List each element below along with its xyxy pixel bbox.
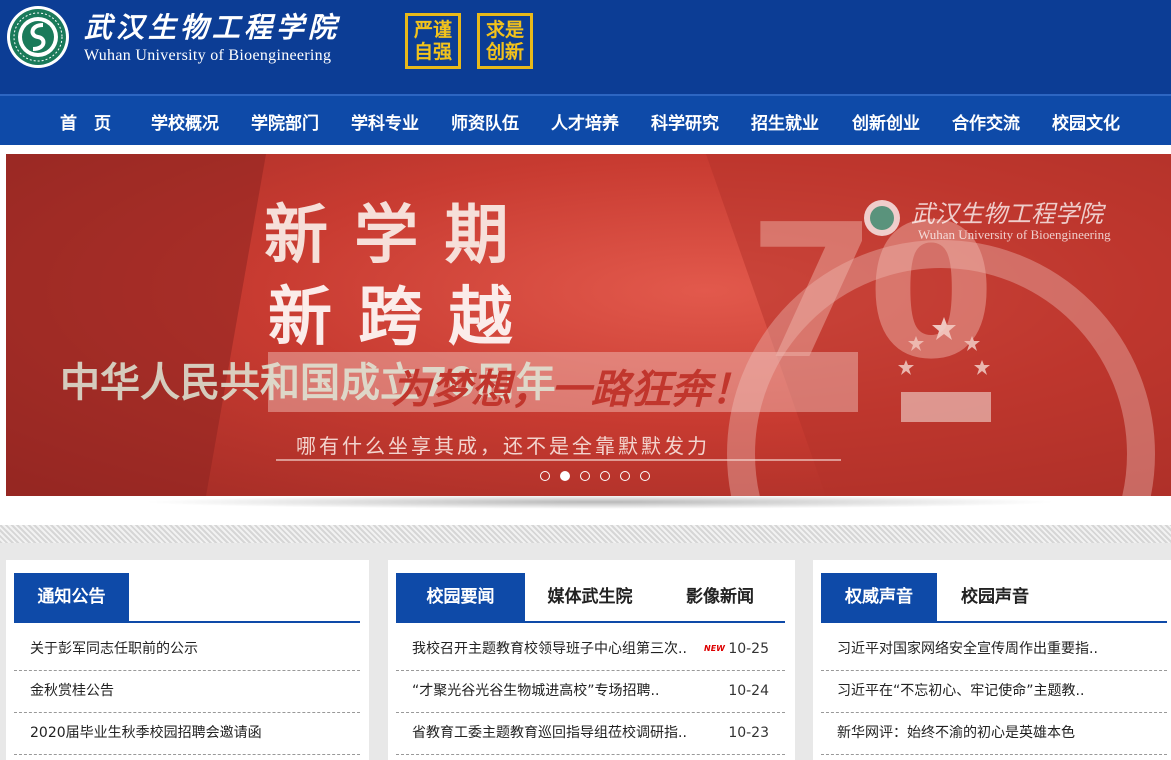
list-item[interactable]: 习近平在“不忘初心、牢记使命”主题教.. — [821, 670, 1167, 713]
voice-panel: 权威声音 校园声音 习近平对国家网络安全宣传周作出重要指.. 习近平在“不忘初心… — [813, 560, 1171, 760]
slider-dot-6[interactable] — [640, 471, 650, 481]
banner-watermark-cn: 武汉生物工程学院 — [911, 200, 1103, 228]
nav-item-faculty[interactable]: 师资队伍 — [451, 109, 519, 134]
tab-notices[interactable]: 通知公告 — [14, 573, 129, 621]
university-emblem-icon[interactable] — [6, 5, 70, 69]
motto-badge: 求是 创新 — [477, 13, 533, 69]
banner-slogan: 为梦想，一路狂奔！ — [391, 367, 751, 413]
nav-item-culture[interactable]: 校园文化 — [1052, 109, 1120, 134]
slider-dot-4[interactable] — [600, 471, 610, 481]
banner-subtitle: 哪有什么坐享其成，还不是全靠默默发力 — [296, 434, 710, 458]
site-header: 武汉生物工程学院 Wuhan University of Bioengineer… — [0, 0, 1171, 94]
school-name-cn: 武汉生物工程学院 — [84, 11, 341, 44]
list-item[interactable]: 习近平对国家网络安全宣传周作出重要指.. — [821, 628, 1167, 671]
nav-item-admission[interactable]: 招生就业 — [751, 109, 819, 134]
list-item[interactable]: 省教育工委主题教育巡回指导组莅校调研指.. 10-23 — [396, 712, 785, 755]
banner-headline-2: 新 跨 越 — [268, 281, 515, 355]
banner-shadow — [140, 495, 1060, 509]
notice-panel: 通知公告 关于彭军同志任职前的公示 金秋赏桂公告 2020届毕业生秋季校园招聘会… — [6, 560, 369, 760]
new-badge: NEW — [704, 644, 725, 653]
motto-badge: 严谨 自强 — [405, 13, 461, 69]
section-divider — [0, 525, 1171, 543]
tab-campus-voice[interactable]: 校园声音 — [937, 573, 1053, 621]
slider-dot-2[interactable] — [560, 471, 570, 481]
list-item[interactable]: “才聚光谷光谷生物城进高校”专场招聘.. 10-24 — [396, 670, 785, 713]
voice-tabbar: 权威声音 校园声音 — [821, 573, 1167, 623]
nav-item-overview[interactable]: 学校概况 — [151, 109, 219, 134]
list-item[interactable]: 关于彭军同志任职前的公示 — [14, 628, 360, 671]
news-tabbar: 校园要闻 媒体武生院 影像新闻 — [396, 573, 785, 623]
banner-headline-1: 新 学 期 — [264, 199, 511, 273]
nav-item-innovation[interactable]: 创新创业 — [852, 109, 920, 134]
tab-authority-voice[interactable]: 权威声音 — [821, 573, 937, 621]
tab-photo-news[interactable]: 影像新闻 — [655, 573, 785, 621]
school-name-en: Wuhan University of Bioengineering — [84, 47, 332, 64]
slider-dot-1[interactable] — [540, 471, 550, 481]
nav-item-education[interactable]: 人才培养 — [551, 109, 619, 134]
main-nav: 首 页 学校概况 学院部门 学科专业 师资队伍 人才培养 科学研究 招生就业 创… — [0, 94, 1171, 145]
banner-watermark-en: Wuhan University of Bioengineering — [918, 227, 1111, 242]
slider-dot-5[interactable] — [620, 471, 630, 481]
list-item[interactable]: 金秋赏桂公告 — [14, 670, 360, 713]
news-panel: 校园要闻 媒体武生院 影像新闻 我校召开主题教育校领导班子中心组第三次.. NE… — [388, 560, 795, 760]
nav-item-research[interactable]: 科学研究 — [651, 109, 719, 134]
nav-item-majors[interactable]: 学科专业 — [351, 109, 419, 134]
tab-campus-news[interactable]: 校园要闻 — [396, 573, 525, 621]
list-item[interactable]: 2020届毕业生秋季校园招聘会邀请函 — [14, 712, 360, 755]
notice-tabbar: 通知公告 — [14, 573, 360, 623]
tab-media-news[interactable]: 媒体武生院 — [525, 573, 655, 621]
slider-dot-3[interactable] — [580, 471, 590, 481]
list-item[interactable]: 新华网评：始终不渝的初心是英雄本色 — [821, 712, 1167, 755]
nav-item-departments[interactable]: 学院部门 — [251, 109, 319, 134]
banner-section: 70 新 学 期 新 跨 越 中华人民共和国成立70周年 为梦想，一路狂奔！ 哪… — [0, 145, 1171, 525]
hero-banner[interactable]: 70 新 学 期 新 跨 越 中华人民共和国成立70周年 为梦想，一路狂奔！ 哪… — [6, 154, 1171, 496]
list-item[interactable]: 我校召开主题教育校领导班子中心组第三次.. NEW 10-25 — [396, 628, 785, 671]
nav-item-cooperation[interactable]: 合作交流 — [952, 109, 1020, 134]
nav-item-home[interactable]: 首 页 — [60, 109, 111, 134]
